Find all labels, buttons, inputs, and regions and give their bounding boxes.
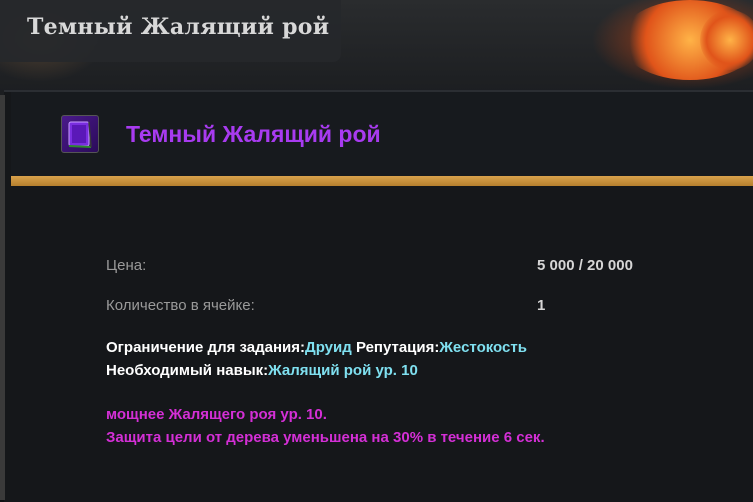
price-label: Цена: [106,257,147,274]
stack-count-value: 1 [537,297,546,314]
item-name: Темный Жалящий рой [126,121,381,147]
item-header [11,92,753,176]
stack-count-label: Количество в ячейке: [106,297,255,314]
description-line: Защита цели от дерева уменьшена на 30% в… [106,429,545,446]
header-divider [11,176,753,186]
panel-edge [0,95,5,500]
quest-restriction-value: Друид [305,339,352,356]
purple-book-icon [61,115,99,153]
reputation-value: Жестокость [439,339,527,356]
requirement-line: Ограничение для задания:Друид Репутация:… [106,339,527,356]
skill-requirement-line: Необходимый навык:Жалящий рой ур. 10 [106,362,418,379]
quest-restriction-label: Ограничение для задания: [106,339,306,356]
window-title-tab: Темный Жалящий рой [0,0,341,62]
flame-decoration [700,10,753,70]
window-title: Темный Жалящий рой [27,14,330,40]
reputation-label: Репутация: [355,339,440,356]
price-value: 5 000 / 20 000 [537,257,633,274]
skill-value: Жалящий рой ур. 10 [268,362,418,379]
skill-label: Необходимый навык: [106,362,269,379]
description-line: мощнее Жалящего роя ур. 10. [106,406,327,423]
